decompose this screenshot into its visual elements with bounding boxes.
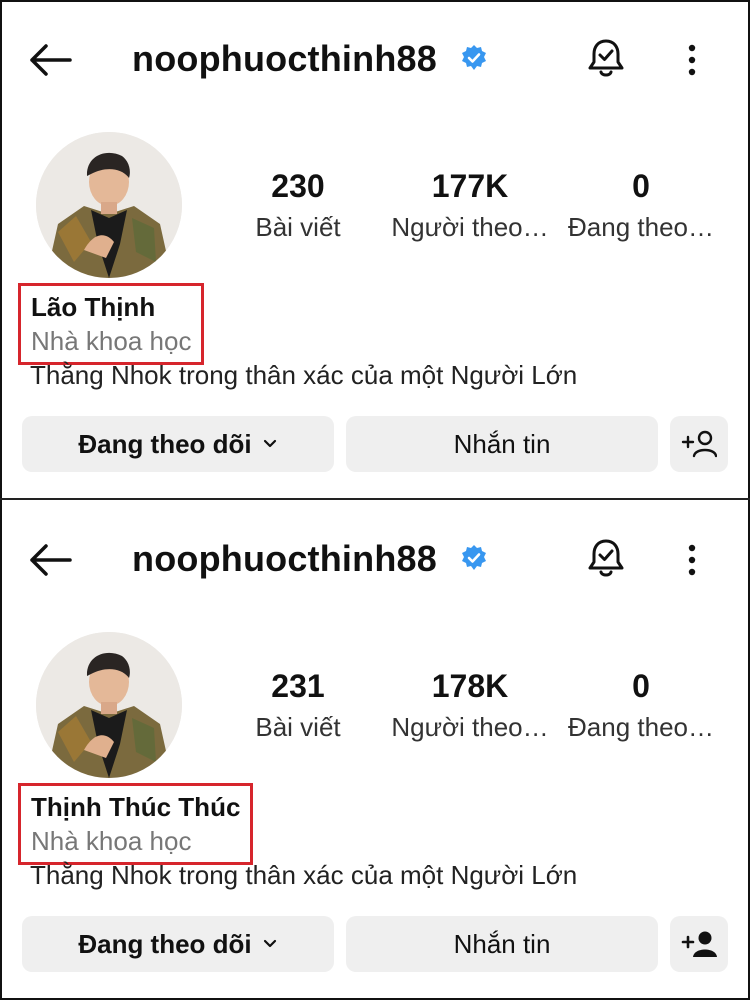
- more-options-icon[interactable]: [682, 540, 702, 580]
- following-button[interactable]: Đang theo dõi: [22, 416, 334, 472]
- posts-label: Bài viết: [255, 712, 341, 742]
- stat-following[interactable]: 0 Đang theo…: [561, 166, 721, 243]
- profile-panel-after: noophuocthinh88 231 Bài viết 178K Người …: [0, 500, 750, 998]
- followers-count: 178K: [431, 668, 509, 704]
- message-button[interactable]: Nhắn tin: [346, 916, 658, 972]
- add-user-button[interactable]: [670, 416, 728, 472]
- avatar-photo: [36, 632, 182, 778]
- following-button-label: Đang theo dõi: [78, 928, 252, 959]
- message-button[interactable]: Nhắn tin: [346, 416, 658, 472]
- username: noophuocthinh88: [132, 538, 437, 579]
- following-button-label: Đang theo dõi: [78, 428, 252, 459]
- add-user-button[interactable]: [670, 916, 728, 972]
- notification-bell-icon[interactable]: [584, 36, 628, 80]
- profile-panel-before: noophuocthinh88 230 Bài viết 177K Người …: [0, 0, 750, 498]
- followers-label: Người theo…: [391, 212, 549, 242]
- profile-header: noophuocthinh88: [0, 0, 750, 120]
- stat-following[interactable]: 0 Đang theo…: [561, 666, 721, 743]
- stat-followers[interactable]: 178K Người theo…: [390, 666, 550, 743]
- name-highlight-box: Thịnh Thúc Thúc Nhà khoa học: [18, 783, 254, 865]
- verified-badge-icon: [462, 45, 486, 70]
- posts-count: 231: [271, 668, 325, 704]
- back-arrow-icon[interactable]: [26, 540, 74, 580]
- chevron-down-icon: [263, 939, 276, 948]
- avatar[interactable]: [36, 632, 182, 778]
- following-count: 0: [632, 168, 650, 204]
- stat-posts[interactable]: 231 Bài viết: [218, 666, 378, 743]
- posts-count: 230: [271, 168, 325, 204]
- stat-followers[interactable]: 177K Người theo…: [390, 166, 550, 243]
- message-button-label: Nhắn tin: [453, 928, 551, 959]
- category-label: Nhà khoa học: [31, 326, 192, 356]
- following-count: 0: [632, 668, 650, 704]
- stat-posts[interactable]: 230 Bài viết: [218, 166, 378, 243]
- chevron-down-icon: [263, 439, 276, 448]
- username: noophuocthinh88: [132, 38, 437, 79]
- avatar[interactable]: [36, 132, 182, 278]
- followers-count: 177K: [431, 168, 509, 204]
- posts-label: Bài viết: [255, 212, 341, 242]
- more-options-icon[interactable]: [682, 40, 702, 80]
- full-name: Lão Thịnh: [31, 292, 156, 322]
- following-button[interactable]: Đang theo dõi: [22, 916, 334, 972]
- bio-text: Thằng Nhok trong thân xác của một Người …: [30, 360, 578, 390]
- verified-badge-icon: [462, 545, 486, 570]
- following-label: Đang theo…: [568, 212, 714, 242]
- add-user-filled-icon: [681, 931, 717, 957]
- profile-header: noophuocthinh88: [0, 500, 750, 620]
- avatar-photo: [36, 132, 182, 278]
- name-highlight-box: Lão Thịnh Nhà khoa học: [18, 283, 205, 365]
- full-name: Thịnh Thúc Thúc: [31, 792, 241, 822]
- notification-bell-icon[interactable]: [584, 536, 628, 580]
- bio-text: Thằng Nhok trong thân xác của một Người …: [30, 860, 578, 890]
- category-label: Nhà khoa học: [31, 826, 192, 856]
- back-arrow-icon[interactable]: [26, 40, 74, 80]
- message-button-label: Nhắn tin: [453, 428, 551, 459]
- add-user-outline-icon: [681, 430, 717, 458]
- following-label: Đang theo…: [568, 712, 714, 742]
- followers-label: Người theo…: [391, 712, 549, 742]
